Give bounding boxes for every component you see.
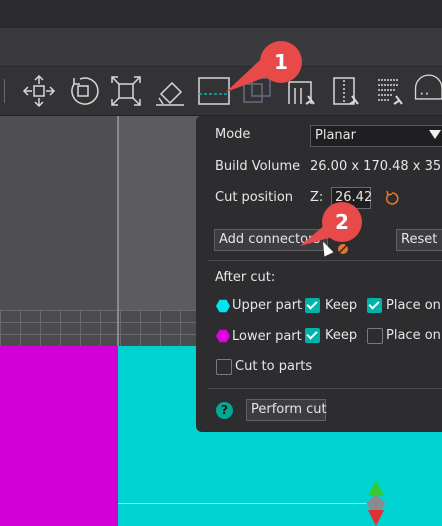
scale-icon <box>111 76 141 106</box>
seam-paint-icon <box>333 77 359 105</box>
lower-part-color-icon <box>216 329 230 343</box>
move-icon <box>22 74 56 108</box>
upper-place-on-cut-checkbox[interactable] <box>367 298 382 313</box>
lower-part-preview <box>0 346 118 526</box>
build-plate-grid <box>0 310 196 346</box>
text-tool-button[interactable] <box>412 72 442 110</box>
fuzzy-paint-icon <box>378 79 403 105</box>
toolbar-separator <box>0 72 8 110</box>
text-icon <box>414 74 442 100</box>
scale-tool-button[interactable] <box>107 72 145 110</box>
cut-plane-line <box>118 503 378 504</box>
callout-1-badge: 1 <box>260 41 302 83</box>
connector-cursor-icon <box>335 241 351 257</box>
axis-label: Z: <box>310 190 324 205</box>
section-divider <box>208 260 442 261</box>
mode-select-value: Planar <box>315 128 356 143</box>
after-cut-label: After cut: <box>215 270 276 285</box>
lower-place-on-cut-label: Place on cut <box>386 328 442 343</box>
help-icon[interactable]: ? <box>216 402 233 419</box>
window-top-bar <box>0 0 442 28</box>
perform-cut-button[interactable]: Perform cut <box>246 399 327 421</box>
upper-keep-label: Keep <box>325 298 358 313</box>
lower-keep-label: Keep <box>325 328 358 343</box>
seam-painting-tool-button[interactable] <box>326 72 364 110</box>
build-volume-value: 26.00 x 170.48 x 352.96 <box>310 159 442 174</box>
cut-plane-gizmo[interactable] <box>364 478 388 526</box>
place-on-face-icon <box>156 81 184 106</box>
lower-keep-checkbox[interactable] <box>305 328 320 343</box>
menu-bar <box>0 28 442 67</box>
lower-place-on-cut-checkbox[interactable] <box>367 328 383 344</box>
upper-keep-checkbox[interactable] <box>305 298 320 313</box>
callout-2-badge: 2 <box>322 202 362 242</box>
cut-tool-panel: Mode Planar Build Volume 26.00 x 170.48 … <box>196 116 442 432</box>
reset-cut-label: Reset cut <box>401 232 442 247</box>
rotate-icon <box>71 77 99 105</box>
perform-cut-label: Perform cut <box>251 402 327 417</box>
move-tool-button[interactable] <box>20 72 58 110</box>
cut-to-parts-label: Cut to parts <box>235 359 313 374</box>
fuzzy-skin-tool-button[interactable] <box>370 72 408 110</box>
cut-position-label: Cut position <box>215 190 294 205</box>
reset-value-icon[interactable] <box>384 190 400 206</box>
cut-to-parts-checkbox[interactable] <box>216 359 232 375</box>
build-volume-label: Build Volume <box>215 159 301 174</box>
mode-select[interactable]: Planar <box>310 125 442 147</box>
upper-place-on-cut-label: Place on cut <box>386 298 442 313</box>
chevron-down-icon <box>429 130 441 139</box>
upper-part-label: Upper part <box>232 298 303 313</box>
gizmo-toolbar <box>0 67 442 116</box>
reset-cut-button[interactable]: Reset cut <box>396 229 442 251</box>
lower-part-label: Lower part <box>232 329 302 344</box>
rotate-tool-button[interactable] <box>64 72 102 110</box>
upper-part-color-icon <box>216 299 230 313</box>
mode-label: Mode <box>215 127 251 142</box>
place-on-face-tool-button[interactable] <box>151 72 189 110</box>
section-divider <box>208 388 442 389</box>
